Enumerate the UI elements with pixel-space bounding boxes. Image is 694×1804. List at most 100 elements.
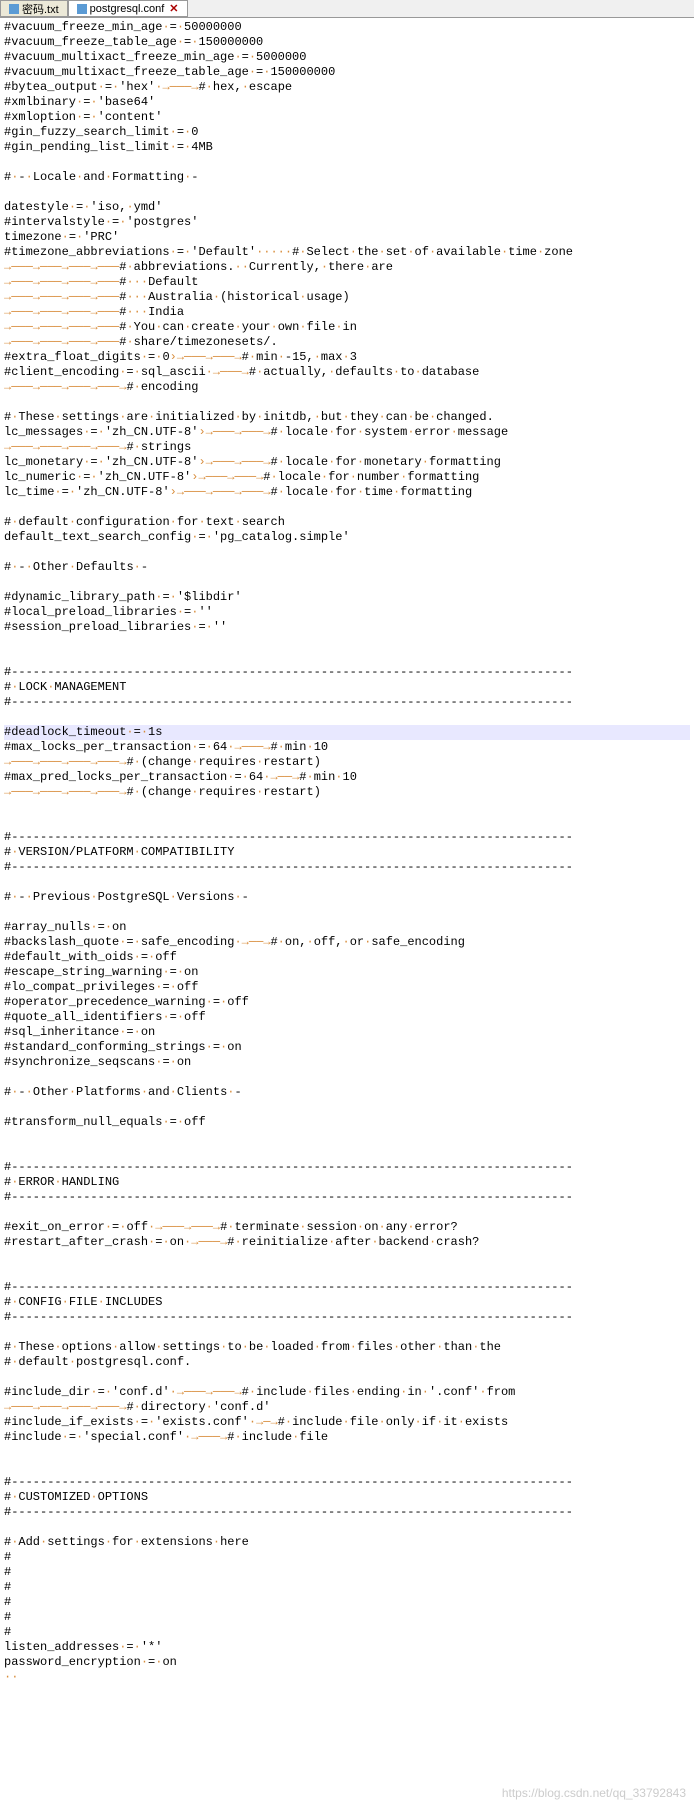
code-line: #session_preload_libraries·=·'' (4, 620, 690, 635)
code-line: #·-·Previous·PostgreSQL·Versions·- (4, 890, 690, 905)
code-line: #---------------------------------------… (4, 665, 690, 680)
code-line: #include_dir·=·'conf.d'·→───→───→#·inclu… (4, 1385, 690, 1400)
code-line (4, 1145, 690, 1160)
code-line: #standard_conforming_strings·=·on (4, 1040, 690, 1055)
code-line: #·-·Other·Platforms·and·Clients·- (4, 1085, 690, 1100)
code-line: #array_nulls·=·on (4, 920, 690, 935)
code-line: datestyle·=·'iso,·ymd' (4, 200, 690, 215)
code-line: #lo_compat_privileges·=·off (4, 980, 690, 995)
code-line: #timezone_abbreviations·=·'Default'·····… (4, 245, 690, 260)
code-line: #·Add·settings·for·extensions·here (4, 1535, 690, 1550)
code-line: #·LOCK·MANAGEMENT (4, 680, 690, 695)
code-line: #bytea_output·=·'hex'·→───→#·hex,·escape (4, 80, 690, 95)
code-line: #vacuum_freeze_min_age·=·50000000 (4, 20, 690, 35)
code-line: #intervalstyle·=·'postgres' (4, 215, 690, 230)
code-line: #---------------------------------------… (4, 860, 690, 875)
code-line: #max_locks_per_transaction·=·64·→───→#·m… (4, 740, 690, 755)
code-line: #include_if_exists·=·'exists.conf'·→─→#·… (4, 1415, 690, 1430)
code-line: →───→───→───→───#·You·can·create·your·ow… (4, 320, 690, 335)
close-icon[interactable]: ✕ (169, 2, 178, 15)
code-line (4, 185, 690, 200)
code-line: #extra_float_digits·=·0›→───→───→#·min·-… (4, 350, 690, 365)
code-line: #xmlbinary·=·'base64' (4, 95, 690, 110)
code-line: #---------------------------------------… (4, 1280, 690, 1295)
code-line (4, 710, 690, 725)
code-line: #include·=·'special.conf'·→───→#·include… (4, 1430, 690, 1445)
code-line: #·CONFIG·FILE·INCLUDES (4, 1295, 690, 1310)
code-line (4, 395, 690, 410)
code-line: #---------------------------------------… (4, 1190, 690, 1205)
code-line: #---------------------------------------… (4, 1160, 690, 1175)
code-line: #·-·Locale·and·Formatting·- (4, 170, 690, 185)
code-line: →───→───→───→───#···Australia·(historica… (4, 290, 690, 305)
code-line: default_text_search_config·=·'pg_catalog… (4, 530, 690, 545)
code-line (4, 500, 690, 515)
code-line: #escape_string_warning·=·on (4, 965, 690, 980)
code-line (4, 815, 690, 830)
tab-label: postgresql.conf (90, 3, 165, 15)
code-line (4, 575, 690, 590)
text-editor[interactable]: #vacuum_freeze_min_age·=·50000000#vacuum… (0, 18, 694, 1687)
code-line: lc_numeric·=·'zh_CN.UTF-8'›→───→───→#·lo… (4, 470, 690, 485)
code-line: #---------------------------------------… (4, 1310, 690, 1325)
code-line: #vacuum_freeze_table_age·=·150000000 (4, 35, 690, 50)
code-line: lc_time·=·'zh_CN.UTF-8'›→───→───→───→#·l… (4, 485, 690, 500)
code-line: #local_preload_libraries·=·'' (4, 605, 690, 620)
code-line: #dynamic_library_path·=·'$libdir' (4, 590, 690, 605)
code-line (4, 1520, 690, 1535)
code-line (4, 1325, 690, 1340)
tab-bar: 密码.txt postgresql.conf ✕ (0, 0, 694, 18)
code-line: #transform_null_equals·=·off (4, 1115, 690, 1130)
code-line: #·CUSTOMIZED·OPTIONS (4, 1490, 690, 1505)
code-line (4, 800, 690, 815)
code-line: →───→───→───→───→#·(change·requires·rest… (4, 785, 690, 800)
code-line: #·default·postgresql.conf. (4, 1355, 690, 1370)
file-icon (9, 4, 19, 14)
code-line (4, 155, 690, 170)
code-line (4, 1460, 690, 1475)
code-line: #·ERROR·HANDLING (4, 1175, 690, 1190)
code-line: lc_monetary·=·'zh_CN.UTF-8'›→───→───→#·l… (4, 455, 690, 470)
code-line: →───→───→───→───→#·(change·requires·rest… (4, 755, 690, 770)
code-line: →───→───→───→───#·abbreviations.··Curren… (4, 260, 690, 275)
code-line (4, 545, 690, 560)
code-line (4, 1070, 690, 1085)
code-line: →───→───→───→───#·share/timezonesets/. (4, 335, 690, 350)
code-line: #restart_after_crash·=·on·→───→#·reiniti… (4, 1235, 690, 1250)
file-icon (77, 4, 87, 14)
code-line: #deadlock_timeout·=·1s (4, 725, 690, 740)
code-line: #·-·Other·Defaults·- (4, 560, 690, 575)
code-line (4, 1445, 690, 1460)
code-line: #exit_on_error·=·off·→───→───→#·terminat… (4, 1220, 690, 1235)
code-line: #·These·options·allow·settings·to·be·loa… (4, 1340, 690, 1355)
code-line: #default_with_oids·=·off (4, 950, 690, 965)
code-line: #·These·settings·are·initialized·by·init… (4, 410, 690, 425)
code-line: ·· (4, 1670, 690, 1685)
code-line: #·VERSION/PLATFORM·COMPATIBILITY (4, 845, 690, 860)
code-line: #vacuum_multixact_freeze_min_age·=·50000… (4, 50, 690, 65)
code-line: # (4, 1625, 690, 1640)
code-line (4, 905, 690, 920)
code-line (4, 1100, 690, 1115)
code-line: #operator_precedence_warning·=·off (4, 995, 690, 1010)
code-line: # (4, 1610, 690, 1625)
code-line: #sql_inheritance·=·on (4, 1025, 690, 1040)
tab-item-1[interactable]: 密码.txt (0, 0, 68, 17)
code-line (4, 1130, 690, 1145)
tab-item-2[interactable]: postgresql.conf ✕ (68, 0, 188, 17)
code-line: #·default·configuration·for·text·search (4, 515, 690, 530)
code-line: #xmloption·=·'content' (4, 110, 690, 125)
code-line: →───→───→───→───#···India (4, 305, 690, 320)
code-line: password_encryption·=·on (4, 1655, 690, 1670)
code-line: #---------------------------------------… (4, 1505, 690, 1520)
code-line: #client_encoding·=·sql_ascii·→───→#·actu… (4, 365, 690, 380)
code-line: # (4, 1565, 690, 1580)
code-line (4, 635, 690, 650)
code-line: #synchronize_seqscans·=·on (4, 1055, 690, 1070)
code-line: # (4, 1580, 690, 1595)
code-line (4, 875, 690, 890)
code-line: # (4, 1550, 690, 1565)
code-line: #quote_all_identifiers·=·off (4, 1010, 690, 1025)
code-line: →───→───→───→───#···Default (4, 275, 690, 290)
code-line: #gin_pending_list_limit·=·4MB (4, 140, 690, 155)
